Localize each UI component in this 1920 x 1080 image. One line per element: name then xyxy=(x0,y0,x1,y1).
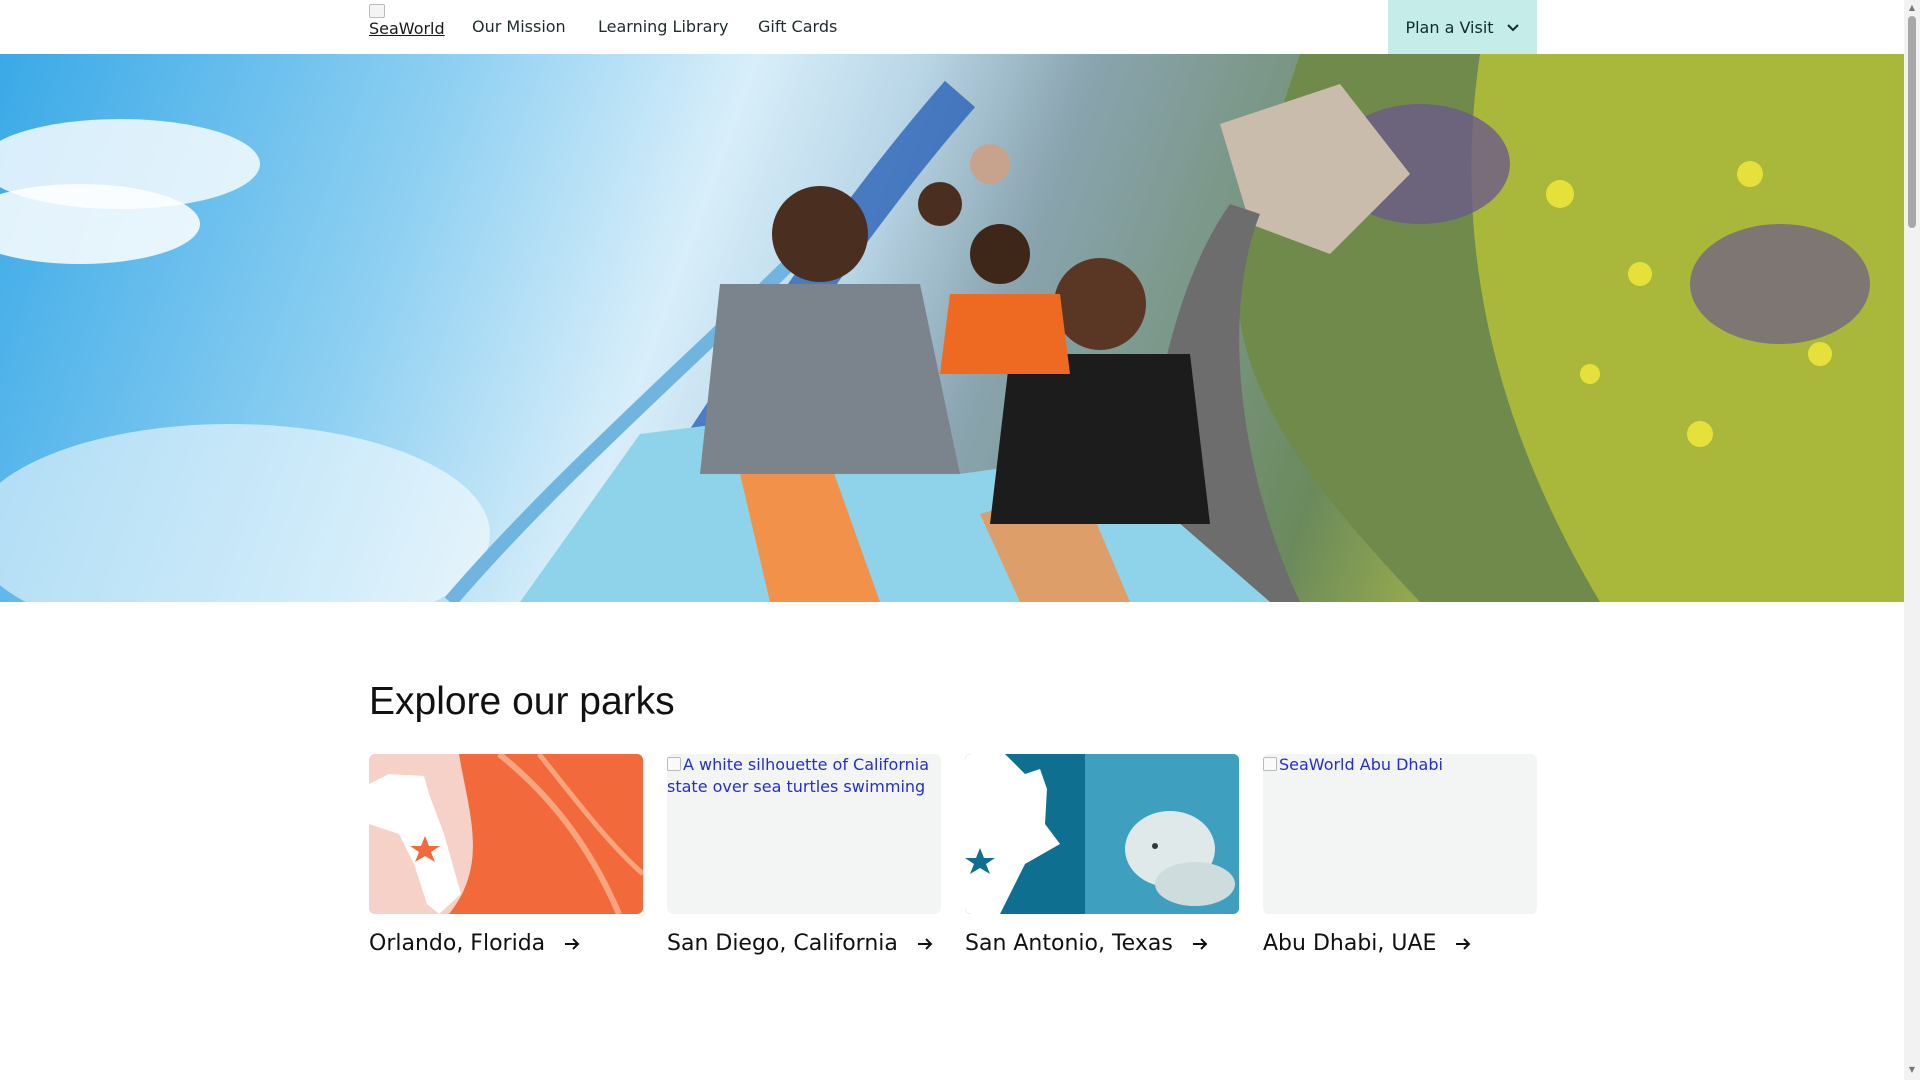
seaworld-logo[interactable]: SeaWorld xyxy=(369,4,445,38)
plan-a-visit-button[interactable]: Plan a Visit xyxy=(1388,0,1537,54)
arrow-right-icon xyxy=(1456,937,1471,950)
chevron-down-icon xyxy=(1506,24,1519,32)
arrow-right-icon xyxy=(565,937,580,950)
scroll-down-arrow-icon[interactable]: ▼ xyxy=(1908,1066,1916,1074)
scroll-up-arrow-icon[interactable]: ▲ xyxy=(1908,4,1916,12)
park-card-san-antonio[interactable] xyxy=(965,754,1239,914)
hero-image xyxy=(0,54,1904,602)
broken-image-icon xyxy=(369,4,385,18)
plan-a-visit-label: Plan a Visit xyxy=(1405,17,1494,37)
arrow-right-icon xyxy=(1192,937,1208,950)
park-link-san-diego[interactable]: San Diego, California xyxy=(667,931,934,956)
florida-flamingo-image xyxy=(369,754,643,914)
nav-our-mission[interactable]: Our Mission xyxy=(472,17,566,36)
park-link-san-antonio[interactable]: San Antonio, Texas xyxy=(965,931,1209,956)
park-link-orlando[interactable]: Orlando, Florida xyxy=(369,931,581,956)
park-label-san-diego: San Diego, California xyxy=(667,931,898,956)
explore-parks-heading: Explore our parks xyxy=(369,680,675,723)
park-label-orlando: Orlando, Florida xyxy=(369,931,546,956)
arrow-right-icon xyxy=(917,937,933,950)
roller-coaster-illustration xyxy=(0,54,1904,602)
logo-alt-text: SeaWorld xyxy=(369,19,445,38)
park-label-san-antonio: San Antonio, Texas xyxy=(965,931,1173,956)
park-link-abu-dhabi[interactable]: Abu Dhabi, UAE xyxy=(1263,931,1472,956)
park-card-orlando[interactable] xyxy=(369,754,643,914)
abu-dhabi-image-alt: SeaWorld Abu Dhabi xyxy=(1263,754,1443,776)
page-scrollbar[interactable]: ▲ ▼ xyxy=(1904,0,1920,1080)
park-card-san-diego[interactable]: A white silhouette of California state o… xyxy=(667,754,941,914)
park-card-abu-dhabi[interactable]: SeaWorld Abu Dhabi xyxy=(1263,754,1537,914)
nav-learning-library[interactable]: Learning Library xyxy=(598,17,729,36)
park-label-abu-dhabi: Abu Dhabi, UAE xyxy=(1263,931,1437,956)
nav-gift-cards[interactable]: Gift Cards xyxy=(758,17,837,36)
site-header: SeaWorld Our Mission Learning Library Gi… xyxy=(0,0,1902,54)
scrollbar-thumb[interactable] xyxy=(1908,16,1916,228)
san-diego-image-alt: A white silhouette of California state o… xyxy=(667,754,941,798)
texas-beluga-image xyxy=(965,754,1239,914)
